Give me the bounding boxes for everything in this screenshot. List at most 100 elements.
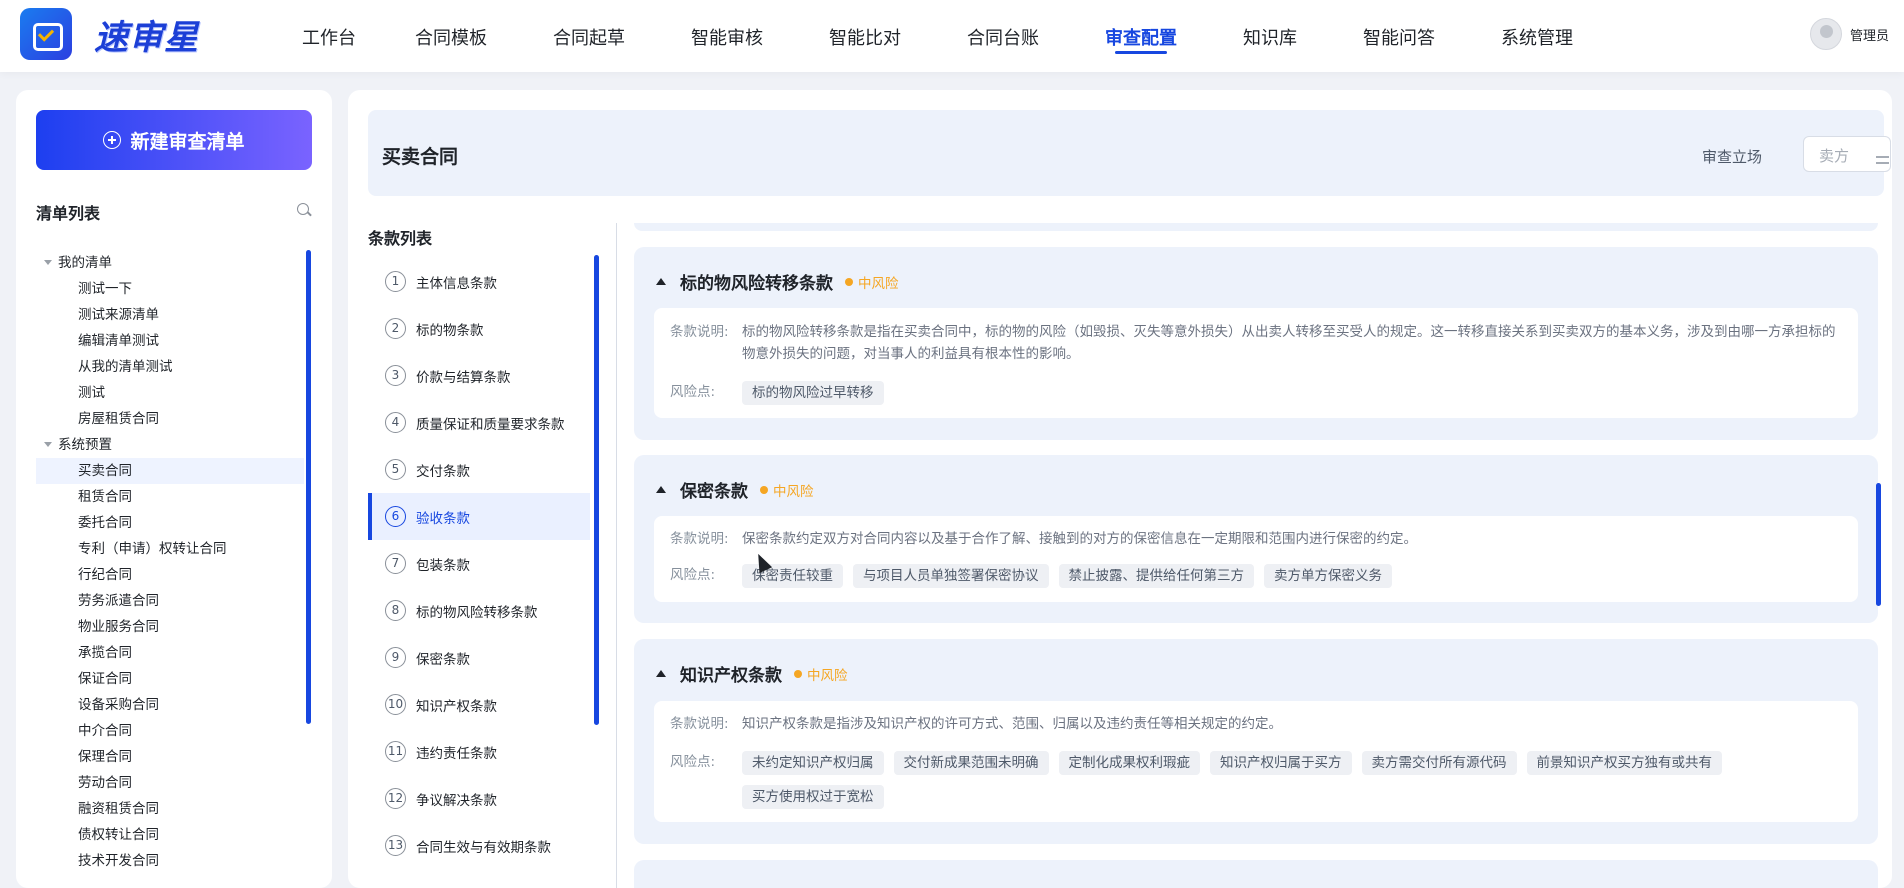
nav-workbench[interactable]: 工作台 <box>302 0 356 72</box>
risk-points-label: 风险点: <box>670 384 716 400</box>
nav-contract-templates[interactable]: 合同模板 <box>415 0 487 72</box>
tree-item[interactable]: 中介合同 <box>36 718 304 744</box>
nav-label: 审查配置 <box>1105 28 1177 49</box>
tree-item[interactable]: 融资租赁合同 <box>36 796 304 822</box>
tree-item[interactable]: 技术开发合同 <box>36 848 304 874</box>
tree-item-selected[interactable]: 买卖合同 <box>36 458 304 484</box>
clause-description: 保密条款约定双方对合同内容以及基于合作了解、接触到的对方的保密信息在一定期限和范… <box>742 531 1417 547</box>
clause-item[interactable]: 2 标的物条款 <box>368 305 590 352</box>
user-name[interactable]: 管理员 <box>1850 25 1889 44</box>
app-logo-icon[interactable] <box>20 8 72 60</box>
desc-row: 条款说明: 标的物风险转移条款是指在买卖合同中，标的物的风险（如毁损、灭失等意外… <box>670 321 1842 365</box>
tree-item[interactable]: 测试一下 <box>36 276 304 302</box>
clause-label: 包装条款 <box>416 557 470 574</box>
avatar[interactable] <box>1810 18 1842 50</box>
nav-smart-qa[interactable]: 智能问答 <box>1363 0 1435 72</box>
tree-item[interactable]: 专利（申请）权转让合同 <box>36 536 304 562</box>
nav-smart-compare[interactable]: 智能比对 <box>829 0 901 72</box>
clause-label: 质量保证和质量要求条款 <box>416 416 565 433</box>
tree-group-system-preset[interactable]: 系统预置 <box>36 432 304 458</box>
clause-number: 6 <box>385 506 406 527</box>
checklist-list-title: 清单列表 <box>36 204 101 223</box>
tree-item[interactable]: 承揽合同 <box>36 640 304 666</box>
clause-item[interactable]: 13 合同生效与有效期条款 <box>368 822 590 869</box>
risk-row: 风险点: 标的物风险过早转移 <box>670 381 1842 415</box>
tree-item[interactable]: 房屋租赁合同 <box>36 406 304 432</box>
clause-list-scrollbar[interactable] <box>594 255 599 725</box>
clause-item[interactable]: 9 保密条款 <box>368 634 590 681</box>
nav-system-management[interactable]: 系统管理 <box>1501 0 1573 72</box>
contract-header: 买卖合同 审查立场 卖方 <box>368 110 1891 196</box>
nav-knowledge-base[interactable]: 知识库 <box>1243 0 1297 72</box>
collapse-icon[interactable] <box>656 278 666 285</box>
clause-item[interactable]: 5 交付条款 <box>368 446 590 493</box>
top-navigation-bar: 速审星 工作台 合同模板 合同起草 智能审核 智能比对 合同台账 审查配置 知识… <box>0 0 1904 72</box>
tree-item[interactable]: 保理合同 <box>36 744 304 770</box>
tree-item[interactable]: 设备采购合同 <box>36 692 304 718</box>
tree-group-label: 我的清单 <box>58 255 112 271</box>
nav-label: 智能问答 <box>1363 28 1435 49</box>
clause-item[interactable]: 11 违约责任条款 <box>368 728 590 775</box>
clause-number: 13 <box>385 835 406 856</box>
nav-label: 知识库 <box>1243 28 1297 49</box>
risk-tag: 卖方需交付所有源代码 <box>1361 751 1517 775</box>
tree-item[interactable]: 物业服务合同 <box>36 614 304 640</box>
risk-tag: 禁止披露、提供给任何第三方 <box>1058 564 1254 588</box>
swap-icon[interactable] <box>1876 154 1890 166</box>
tree-group-my-lists[interactable]: 我的清单 <box>36 250 304 276</box>
clause-item[interactable]: 10 知识产权条款 <box>368 681 590 728</box>
desc-label: 条款说明: <box>670 716 729 732</box>
risk-tag: 知识产权归属于买方 <box>1210 751 1352 775</box>
clause-item[interactable]: 7 包装条款 <box>368 540 590 587</box>
clause-item[interactable]: 3 价款与结算条款 <box>368 352 590 399</box>
clause-label: 争议解决条款 <box>416 792 497 809</box>
clause-item[interactable]: 8 标的物风险转移条款 <box>368 587 590 634</box>
detail-scrollbar[interactable] <box>1876 483 1881 606</box>
tree-item[interactable]: 保证合同 <box>36 666 304 692</box>
risk-row: 风险点: 未约定知识产权归属 交付新成果范围未明确 定制化成果权利瑕疵 知识产权… <box>670 751 1842 819</box>
tree-item[interactable]: 委托合同 <box>36 510 304 536</box>
clause-card-confidentiality: 保密条款 中风险 条款说明: 保密条款约定双方对合同内容以及基于合作了解、接触到… <box>634 455 1878 623</box>
collapse-icon[interactable] <box>656 670 666 677</box>
risk-tag: 标的物风险过早转移 <box>742 381 884 405</box>
nav-label: 工作台 <box>302 28 356 49</box>
user-menu[interactable]: 管理员 <box>1810 18 1889 50</box>
tree-item[interactable]: 租赁合同 <box>36 484 304 510</box>
brand-name[interactable]: 速审星 <box>94 10 199 59</box>
nav-contract-ledger[interactable]: 合同台账 <box>967 0 1039 72</box>
tree-item[interactable]: 编辑清单测试 <box>36 328 304 354</box>
clause-item-active[interactable]: 6 验收条款 <box>368 493 590 540</box>
main-nav: 工作台 合同模板 合同起草 智能审核 智能比对 合同台账 审查配置 知识库 智能… <box>284 0 1573 72</box>
search-icon[interactable] <box>297 203 309 215</box>
risk-dot-icon <box>845 277 853 286</box>
desc-row: 条款说明: 知识产权条款是指涉及知识产权的许可方式、范围、归属以及违约责任等相关… <box>670 713 1842 735</box>
nav-review-config[interactable]: 审查配置 <box>1105 0 1177 72</box>
clause-number: 3 <box>385 365 406 386</box>
clause-number: 10 <box>385 694 406 715</box>
risk-tag: 买方使用权过于宽松 <box>742 785 884 809</box>
tree-item[interactable]: 行纪合同 <box>36 562 304 588</box>
tree-item[interactable]: 劳动合同 <box>36 770 304 796</box>
tree-item[interactable]: 劳务派遣合同 <box>36 588 304 614</box>
sidebar-scrollbar[interactable] <box>306 250 311 724</box>
tree-item[interactable]: 从我的清单测试 <box>36 354 304 380</box>
clause-number: 12 <box>385 788 406 809</box>
risk-tag: 与项目人员单独签署保密协议 <box>853 564 1049 588</box>
nav-label: 合同模板 <box>415 28 487 49</box>
clause-number: 5 <box>385 459 406 480</box>
clause-item[interactable]: 1 主体信息条款 <box>368 258 590 305</box>
tree-item[interactable]: 债权转让合同 <box>36 822 304 848</box>
risk-tag: 前景知识产权买方独有或共有 <box>1526 751 1722 775</box>
nav-contract-drafting[interactable]: 合同起草 <box>553 0 625 72</box>
nav-label: 合同起草 <box>553 28 625 49</box>
collapse-icon[interactable] <box>656 486 666 493</box>
tree-item[interactable]: 测试 <box>36 380 304 406</box>
nav-label: 智能审核 <box>691 28 763 49</box>
card-body: 条款说明: 保密条款约定双方对合同内容以及基于合作了解、接触到的对方的保密信息在… <box>654 516 1858 602</box>
risk-tag: 未约定知识产权归属 <box>742 751 884 775</box>
new-checklist-button[interactable]: 新建审查清单 <box>36 110 312 170</box>
clause-item[interactable]: 12 争议解决条款 <box>368 775 590 822</box>
clause-item[interactable]: 4 质量保证和质量要求条款 <box>368 399 590 446</box>
tree-item[interactable]: 测试来源清单 <box>36 302 304 328</box>
nav-smart-review[interactable]: 智能审核 <box>691 0 763 72</box>
